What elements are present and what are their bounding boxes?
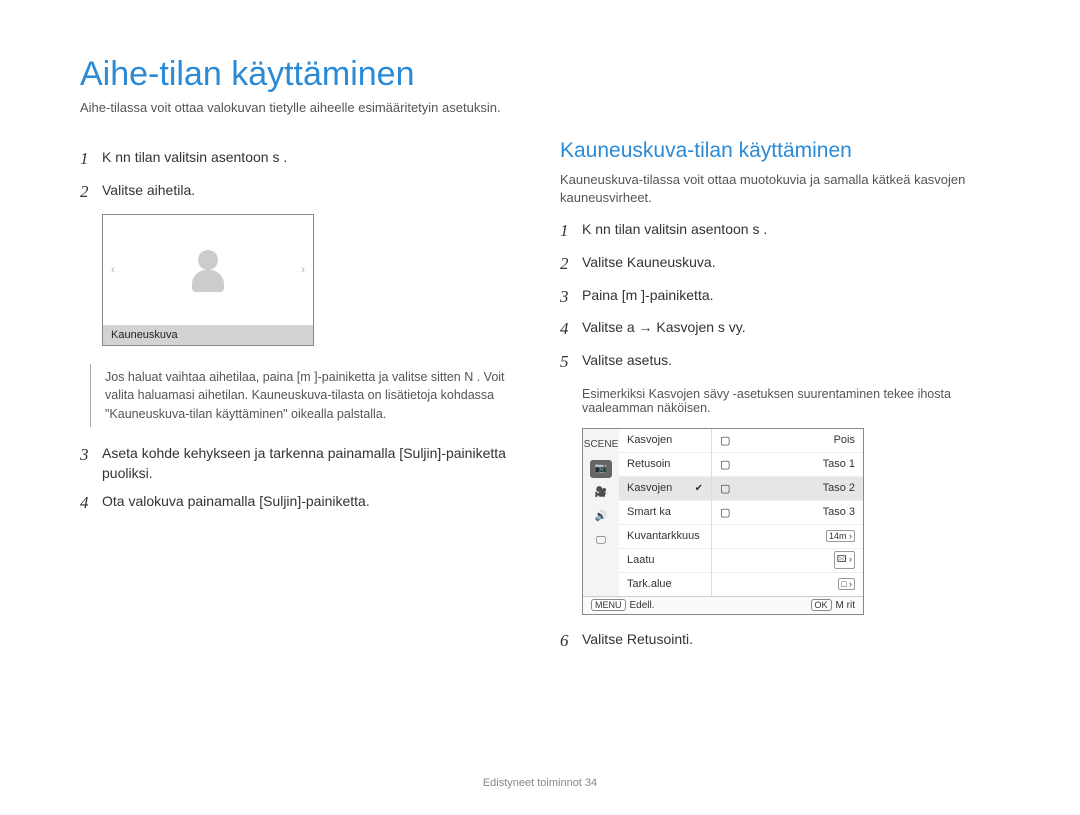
two-column-layout: 1 K nn tilan valitsin asentoon s . 2 Val…: [80, 139, 1000, 661]
step-text: Paina [m ]-painiketta.: [582, 285, 1000, 305]
menu-value: 🖾 ›: [712, 549, 863, 573]
left-column: 1 K nn tilan valitsin asentoon s . 2 Val…: [80, 139, 520, 661]
menu-item: Kuvantarkkuus: [619, 525, 711, 549]
step-number: 4: [560, 317, 582, 342]
menu-item: Smart ka: [619, 501, 711, 525]
person-icon: [186, 248, 230, 292]
resolution-badge: 14m ›: [826, 530, 855, 542]
step-number: 6: [560, 629, 582, 654]
page-footer: Edistyneet toiminnot 34: [0, 777, 1080, 789]
menu-item: Laatu: [619, 549, 711, 573]
section-heading: Kauneuskuva-tilan käyttäminen: [560, 139, 1000, 163]
list-item: 2 Valitse aihetila.: [80, 180, 520, 205]
chevron-right-icon: ›: [301, 264, 305, 276]
face-level3-icon: ▢: [720, 506, 730, 519]
step-text: K nn tilan valitsin asentoon s .: [102, 147, 520, 167]
scene-mode-icon: SCENE: [590, 436, 612, 454]
list-item: 2 Valitse Kauneuskuva.: [560, 252, 1000, 277]
camera-menu-illustration: SCENE 📷 🎥 🔊 🖵 Kasvojen Retusoin Kasvojen…: [582, 428, 864, 615]
face-level2-icon: ▢: [720, 482, 730, 495]
note-block: Jos haluat vaihtaa aihetilaa, paina [m ]…: [90, 364, 520, 426]
step-number: 4: [80, 491, 102, 516]
step-subtext: Esimerkiksi Kasvojen sävy -asetuksen suu…: [582, 387, 1000, 415]
page-title: Aihe-tilan käyttäminen: [80, 55, 1000, 94]
quality-badge: 🖾 ›: [834, 551, 855, 569]
check-icon: ✔: [695, 483, 703, 494]
section-intro: Kauneuskuva-tilassa voit ottaa muotokuvi…: [560, 171, 1000, 207]
chevron-left-icon: ‹: [111, 264, 115, 276]
menu-sidebar: SCENE 📷 🎥 🔊 🖵: [583, 429, 619, 596]
menu-value: ▢Taso 3: [712, 501, 863, 525]
list-item: 3 Paina [m ]-painiketta.: [560, 285, 1000, 310]
step-text: Ota valokuva painamalla [Suljin]-painike…: [102, 491, 520, 511]
step-text: Valitse a → Kasvojen s vy.: [582, 317, 1000, 337]
manual-page: Aihe-tilan käyttäminen Aihe-tilassa voit…: [0, 0, 1080, 815]
menu-item: Tark.alue: [619, 573, 711, 596]
face-off-icon: ▢: [720, 434, 730, 447]
menu-value: 14m ›: [712, 525, 863, 549]
step-number: 5: [560, 350, 582, 375]
step-number: 1: [560, 219, 582, 244]
menu-footer: MENU Edell. OK M rit: [583, 596, 863, 614]
scene-label-bar: Kauneuskuva: [103, 325, 313, 345]
menu-value: ▢Taso 2: [712, 477, 863, 501]
menu-foot-right: M rit: [836, 600, 855, 611]
step-text: Valitse asetus.: [582, 350, 1000, 370]
menu-value: □ ›: [712, 573, 863, 596]
step-text: Aseta kohde kehykseen ja tarkenna painam…: [102, 443, 520, 484]
scene-preview: ‹ ›: [103, 215, 313, 325]
menu-item: Kasvojen: [619, 429, 711, 453]
step-text: Valitse aihetila.: [102, 180, 520, 200]
menu-value: ▢Taso 1: [712, 453, 863, 477]
scene-label: Kauneuskuva: [111, 329, 178, 341]
focusarea-badge: □ ›: [838, 578, 855, 590]
step-text: K nn tilan valitsin asentoon s .: [582, 219, 1000, 239]
right-column: Kauneuskuva-tilan käyttäminen Kauneuskuv…: [560, 139, 1000, 661]
step-text: Valitse Kauneuskuva.: [582, 252, 1000, 272]
list-item: 4 Valitse a → Kasvojen s vy.: [560, 317, 1000, 342]
menu-right-pane: ▢Pois ▢Taso 1 ▢Taso 2 ▢Taso 3 14m › 🖾 › …: [712, 429, 863, 596]
menu-value: ▢Pois: [712, 429, 863, 453]
step-number: 2: [80, 180, 102, 205]
menu-item: Kasvojen✔: [619, 477, 711, 501]
ok-pill: OK: [811, 599, 832, 611]
list-item: 3 Aseta kohde kehykseen ja tarkenna pain…: [80, 443, 520, 484]
step-number: 1: [80, 147, 102, 172]
menu-foot-left: Edell.: [630, 600, 655, 611]
menu-item: Retusoin: [619, 453, 711, 477]
list-item: 5 Valitse asetus.: [560, 350, 1000, 375]
display-icon: 🖵: [590, 532, 612, 550]
menu-left-pane: Kasvojen Retusoin Kasvojen✔ Smart ka Kuv…: [619, 429, 712, 596]
page-intro: Aihe-tilassa voit ottaa valokuvan tietyl…: [80, 100, 1000, 115]
scene-selector-illustration: ‹ › Kauneuskuva: [102, 214, 314, 346]
menu-pill: MENU: [591, 599, 626, 611]
list-item: 6 Valitse Retusointi.: [560, 629, 1000, 654]
list-item: 1 K nn tilan valitsin asentoon s .: [80, 147, 520, 172]
list-item: 4 Ota valokuva painamalla [Suljin]-paini…: [80, 491, 520, 516]
camera-icon: 📷: [590, 460, 612, 478]
face-level1-icon: ▢: [720, 458, 730, 471]
step-text: Valitse Retusointi.: [582, 629, 1000, 649]
video-icon: 🎥: [590, 484, 612, 502]
sound-icon: 🔊: [590, 508, 612, 526]
step-number: 2: [560, 252, 582, 277]
step-number: 3: [560, 285, 582, 310]
list-item: 1 K nn tilan valitsin asentoon s .: [560, 219, 1000, 244]
step-number: 3: [80, 443, 102, 468]
